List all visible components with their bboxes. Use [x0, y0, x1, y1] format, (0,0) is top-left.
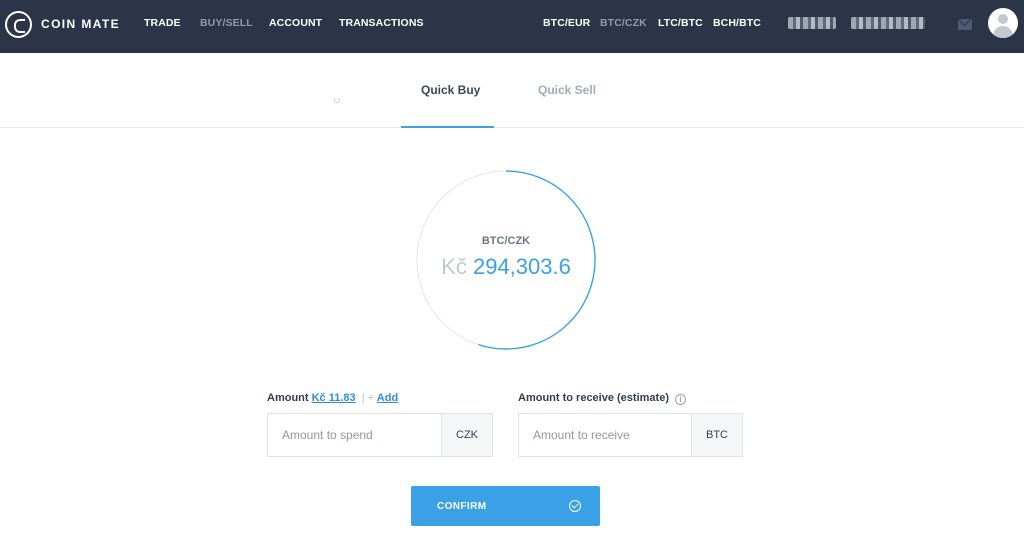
separator: |: [361, 392, 365, 404]
receive-label: Amount to receive (estimate): [518, 392, 669, 404]
rate-currency-symbol: Kč: [441, 254, 467, 279]
nav-transactions[interactable]: TRANSACTIONS: [339, 17, 424, 29]
tab-quick-buy[interactable]: Quick Buy: [421, 83, 480, 97]
mail-icon[interactable]: [958, 19, 972, 30]
rate-pair-label: BTC/CZK: [481, 235, 531, 247]
add-plus-icon: +: [367, 392, 375, 404]
receive-label-row: Amount to receive (estimate) i: [518, 392, 687, 405]
amount-label: Amount: [267, 392, 309, 404]
info-icon[interactable]: i: [675, 394, 687, 405]
nav-account[interactable]: ACCOUNT: [269, 17, 322, 29]
amount-field: CZK: [267, 413, 493, 457]
add-funds-link[interactable]: Add: [377, 392, 398, 404]
confirm-label: CONFIRM: [437, 501, 487, 512]
amount-label-row: Amount Kč 11.83 | + Add: [267, 392, 398, 404]
pair-ltc-btc[interactable]: LTC/BTC: [658, 17, 703, 29]
pair-bch-btc[interactable]: BCH/BTC: [713, 17, 761, 29]
pair-btc-czk[interactable]: BTC/CZK: [600, 17, 647, 29]
confirm-button[interactable]: CONFIRM: [411, 486, 600, 526]
amount-to-receive-input[interactable]: [519, 414, 691, 456]
balance-link[interactable]: Kč 11.83: [312, 392, 356, 404]
rate-number: 294,303.6: [472, 254, 571, 279]
brand-name: COIN MATE: [41, 17, 121, 31]
coinmate-logo[interactable]: COIN MATE: [5, 10, 120, 38]
amount-unit: CZK: [441, 414, 492, 456]
blurred-username: [851, 17, 925, 29]
tab-quick-sell[interactable]: Quick Sell: [538, 83, 596, 97]
receive-unit: BTC: [691, 414, 742, 456]
active-tab-indicator: [401, 126, 494, 128]
blurred-balance: [788, 17, 836, 29]
user-avatar-icon[interactable]: [988, 8, 1018, 38]
loading-spinner-icon: [334, 97, 340, 103]
check-circle-icon: [569, 500, 581, 512]
logo-icon: [5, 10, 32, 38]
pair-btc-eur[interactable]: BTC/EUR: [543, 17, 590, 29]
tab-bar: Quick Buy Quick Sell: [0, 53, 1024, 128]
nav-buy-sell[interactable]: BUY/SELL: [200, 17, 253, 29]
nav-trade[interactable]: TRADE: [144, 17, 181, 29]
rate-value: Kč 294,303.6: [416, 254, 596, 280]
top-navbar: COIN MATE TRADE BUY/SELL ACCOUNT TRANSAC…: [0, 0, 1024, 53]
receive-field: BTC: [518, 413, 743, 457]
amount-to-spend-input[interactable]: [268, 414, 441, 456]
